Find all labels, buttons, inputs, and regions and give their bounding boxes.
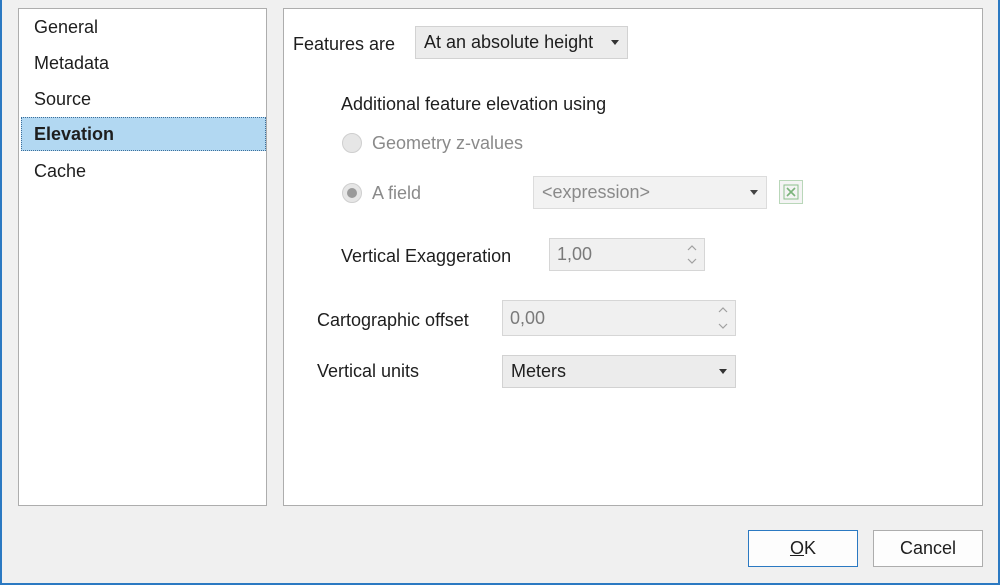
caret-down-icon bbox=[750, 190, 758, 195]
features-are-label: Features are bbox=[293, 34, 396, 54]
cancel-button[interactable]: Cancel bbox=[873, 530, 983, 567]
vertical-exaggeration-value: 1,00 bbox=[557, 244, 593, 264]
radio-field-label: A field bbox=[372, 183, 422, 203]
features-are-value: At an absolute height bbox=[424, 32, 594, 52]
nav-item-general[interactable]: General bbox=[21, 10, 266, 44]
nav-item-label: Source bbox=[34, 89, 92, 109]
nav-item-label: Elevation bbox=[34, 124, 115, 144]
properties-nav-list: General Metadata Source Elevation Cache bbox=[18, 8, 267, 506]
ok-button[interactable]: OK bbox=[748, 530, 858, 567]
field-expression-dropdown[interactable]: <expression> bbox=[533, 176, 767, 209]
cartographic-offset-spinner[interactable]: 0,00 bbox=[502, 300, 736, 336]
chevron-up-icon[interactable] bbox=[686, 243, 698, 253]
cartographic-offset-value: 0,00 bbox=[510, 308, 546, 328]
ok-accelerator: O bbox=[789, 538, 804, 558]
nav-item-metadata[interactable]: Metadata bbox=[21, 46, 266, 80]
nav-item-label: Cache bbox=[34, 161, 87, 181]
window-border-left bbox=[0, 0, 2, 585]
chevron-down-icon[interactable] bbox=[717, 321, 729, 331]
vertical-exaggeration-label: Vertical Exaggeration bbox=[341, 246, 512, 266]
nav-item-label: General bbox=[34, 17, 99, 37]
vertical-units-label: Vertical units bbox=[317, 361, 420, 381]
chevron-up-icon[interactable] bbox=[717, 305, 729, 315]
chevron-down-icon[interactable] bbox=[686, 256, 698, 266]
nav-item-label: Metadata bbox=[34, 53, 110, 73]
elevation-settings-panel: Features are At an absolute height Addit… bbox=[283, 8, 983, 506]
radio-geometry-label: Geometry z-values bbox=[372, 133, 524, 153]
radio-selected-dot bbox=[347, 188, 357, 198]
cancel-label: Cancel bbox=[899, 538, 957, 558]
vertical-units-value: Meters bbox=[511, 361, 567, 381]
caret-down-icon bbox=[719, 369, 727, 374]
caret-down-icon bbox=[611, 40, 619, 45]
radio-geometry-z-values[interactable] bbox=[342, 133, 362, 153]
nav-item-elevation[interactable]: Elevation bbox=[21, 117, 266, 151]
nav-item-cache[interactable]: Cache bbox=[21, 154, 266, 188]
vertical-exaggeration-spinner[interactable]: 1,00 bbox=[549, 238, 705, 271]
radio-a-field[interactable] bbox=[342, 183, 362, 203]
expression-builder-button[interactable] bbox=[779, 180, 803, 204]
field-expression-value: <expression> bbox=[542, 182, 651, 202]
vertical-units-dropdown[interactable]: Meters bbox=[502, 355, 736, 388]
ok-label-rest: K bbox=[804, 538, 817, 558]
features-are-dropdown[interactable]: At an absolute height bbox=[415, 26, 628, 59]
cartographic-offset-label: Cartographic offset bbox=[317, 310, 469, 330]
nav-item-source[interactable]: Source bbox=[21, 82, 266, 116]
additional-elevation-heading: Additional feature elevation using bbox=[341, 94, 607, 114]
